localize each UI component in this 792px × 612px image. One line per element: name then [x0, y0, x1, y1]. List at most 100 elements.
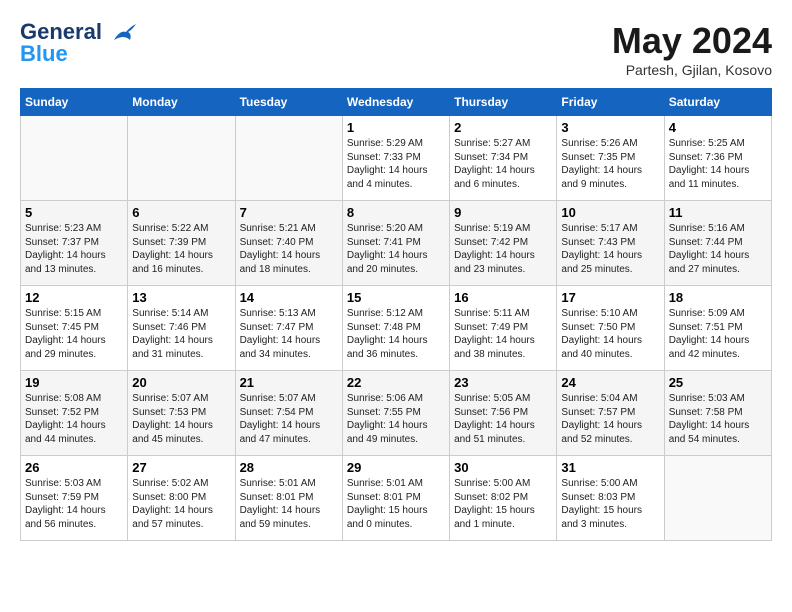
weekday-header: Tuesday [235, 89, 342, 116]
calendar-cell: 4Sunrise: 5:25 AM Sunset: 7:36 PM Daylig… [664, 116, 771, 201]
cell-content: Sunrise: 5:25 AM Sunset: 7:36 PM Dayligh… [669, 137, 767, 191]
day-number: 15 [347, 290, 445, 305]
calendar-cell: 27 Sunrise: 5:02 AM Sunset: 8:00 PM Dayli… [128, 456, 235, 541]
calendar-cell: 19 Sunrise: 5:08 AM Sunset: 7:52 PM Dayli… [21, 371, 128, 456]
calendar-week-row: 5Sunrise: 5:23 AM Sunset: 7:37 PM Daylig… [21, 201, 772, 286]
cell-content: Sunrise: 5:14 AM Sunset: 7:46 PM Dayligh… [132, 307, 230, 361]
calendar-cell: 31Sunrise: 5:00 AM Sunset: 8:03 PM Dayli… [557, 456, 664, 541]
day-number: 6 [132, 205, 230, 220]
day-number: 8 [347, 205, 445, 220]
calendar-cell: 8Sunrise: 5:20 AM Sunset: 7:41 PM Daylig… [342, 201, 449, 286]
calendar-cell: 18 Sunrise: 5:09 AM Sunset: 7:51 PM Dayli… [664, 286, 771, 371]
day-number: 19 [25, 375, 123, 390]
calendar-cell: 5Sunrise: 5:23 AM Sunset: 7:37 PM Daylig… [21, 201, 128, 286]
day-number: 7 [240, 205, 338, 220]
day-number: 24 [561, 375, 659, 390]
calendar-cell [21, 116, 128, 201]
day-number: 21 [240, 375, 338, 390]
calendar-cell: 10 Sunrise: 5:17 AM Sunset: 7:43 PM Dayli… [557, 201, 664, 286]
cell-content: Sunrise: 5:03 AM Sunset: 7:58 PM Dayligh… [669, 392, 767, 446]
cell-content: Sunrise: 5:13 AM Sunset: 7:47 PM Dayligh… [240, 307, 338, 361]
calendar-cell: 11Sunrise: 5:16 AM Sunset: 7:44 PM Dayli… [664, 201, 771, 286]
calendar-cell: 20 Sunrise: 5:07 AM Sunset: 7:53 PM Dayli… [128, 371, 235, 456]
weekday-header: Thursday [450, 89, 557, 116]
cell-content: Sunrise: 5:00 AM Sunset: 8:02 PM Dayligh… [454, 477, 552, 531]
calendar-cell [128, 116, 235, 201]
calendar-cell [664, 456, 771, 541]
calendar-cell: 1Sunrise: 5:29 AM Sunset: 7:33 PM Daylig… [342, 116, 449, 201]
calendar-cell: 6Sunrise: 5:22 AM Sunset: 7:39 PM Daylig… [128, 201, 235, 286]
day-number: 1 [347, 120, 445, 135]
day-number: 29 [347, 460, 445, 475]
day-number: 11 [669, 205, 767, 220]
calendar-cell: 29 Sunrise: 5:01 AM Sunset: 8:01 PM Dayli… [342, 456, 449, 541]
cell-content: Sunrise: 5:00 AM Sunset: 8:03 PM Dayligh… [561, 477, 659, 531]
cell-content: Sunrise: 5:06 AM Sunset: 7:55 PM Dayligh… [347, 392, 445, 446]
day-number: 9 [454, 205, 552, 220]
calendar-cell: 12 Sunrise: 5:15 AM Sunset: 7:45 PM Dayli… [21, 286, 128, 371]
calendar-cell: 9Sunrise: 5:19 AM Sunset: 7:42 PM Daylig… [450, 201, 557, 286]
cell-content: Sunrise: 5:01 AM Sunset: 8:01 PM Dayligh… [347, 477, 445, 531]
day-number: 10 [561, 205, 659, 220]
calendar-cell: 21 Sunrise: 5:07 AM Sunset: 7:54 PM Dayli… [235, 371, 342, 456]
cell-content: Sunrise: 5:10 AM Sunset: 7:50 PM Dayligh… [561, 307, 659, 361]
day-number: 27 [132, 460, 230, 475]
day-number: 22 [347, 375, 445, 390]
cell-content: Sunrise: 5:26 AM Sunset: 7:35 PM Dayligh… [561, 137, 659, 191]
weekday-header-row: SundayMondayTuesdayWednesdayThursdayFrid… [21, 89, 772, 116]
day-number: 28 [240, 460, 338, 475]
month-title: May 2024 [612, 20, 772, 62]
calendar-cell: 24 Sunrise: 5:04 AM Sunset: 7:57 PM Dayli… [557, 371, 664, 456]
cell-content: Sunrise: 5:02 AM Sunset: 8:00 PM Dayligh… [132, 477, 230, 531]
day-number: 26 [25, 460, 123, 475]
calendar-week-row: 1Sunrise: 5:29 AM Sunset: 7:33 PM Daylig… [21, 116, 772, 201]
calendar-cell: 23 Sunrise: 5:05 AM Sunset: 7:56 PM Dayli… [450, 371, 557, 456]
cell-content: Sunrise: 5:11 AM Sunset: 7:49 PM Dayligh… [454, 307, 552, 361]
cell-content: Sunrise: 5:23 AM Sunset: 7:37 PM Dayligh… [25, 222, 123, 276]
calendar-week-row: 19 Sunrise: 5:08 AM Sunset: 7:52 PM Dayli… [21, 371, 772, 456]
cell-content: Sunrise: 5:07 AM Sunset: 7:53 PM Dayligh… [132, 392, 230, 446]
cell-content: Sunrise: 5:04 AM Sunset: 7:57 PM Dayligh… [561, 392, 659, 446]
logo-bird-icon [110, 22, 138, 44]
location: Partesh, Gjilan, Kosovo [612, 62, 772, 78]
day-number: 2 [454, 120, 552, 135]
calendar-cell: 2Sunrise: 5:27 AM Sunset: 7:34 PM Daylig… [450, 116, 557, 201]
day-number: 3 [561, 120, 659, 135]
day-number: 12 [25, 290, 123, 305]
cell-content: Sunrise: 5:15 AM Sunset: 7:45 PM Dayligh… [25, 307, 123, 361]
weekday-header: Saturday [664, 89, 771, 116]
day-number: 17 [561, 290, 659, 305]
cell-content: Sunrise: 5:03 AM Sunset: 7:59 PM Dayligh… [25, 477, 123, 531]
calendar-cell: 7 Sunrise: 5:21 AM Sunset: 7:40 PM Daylig… [235, 201, 342, 286]
day-number: 25 [669, 375, 767, 390]
cell-content: Sunrise: 5:09 AM Sunset: 7:51 PM Dayligh… [669, 307, 767, 361]
cell-content: Sunrise: 5:17 AM Sunset: 7:43 PM Dayligh… [561, 222, 659, 276]
cell-content: Sunrise: 5:12 AM Sunset: 7:48 PM Dayligh… [347, 307, 445, 361]
cell-content: Sunrise: 5:07 AM Sunset: 7:54 PM Dayligh… [240, 392, 338, 446]
cell-content: Sunrise: 5:08 AM Sunset: 7:52 PM Dayligh… [25, 392, 123, 446]
logo: General Blue [20, 20, 138, 66]
logo-blue-text: Blue [20, 42, 138, 66]
calendar-week-row: 26 Sunrise: 5:03 AM Sunset: 7:59 PM Dayli… [21, 456, 772, 541]
calendar-cell: 13Sunrise: 5:14 AM Sunset: 7:46 PM Dayli… [128, 286, 235, 371]
day-number: 16 [454, 290, 552, 305]
page-header: General Blue May 2024 Partesh, Gjilan, K… [20, 20, 772, 78]
weekday-header: Sunday [21, 89, 128, 116]
weekday-header: Monday [128, 89, 235, 116]
calendar-cell: 3 Sunrise: 5:26 AM Sunset: 7:35 PM Daylig… [557, 116, 664, 201]
day-number: 18 [669, 290, 767, 305]
day-number: 30 [454, 460, 552, 475]
calendar-cell: 15 Sunrise: 5:12 AM Sunset: 7:48 PM Dayli… [342, 286, 449, 371]
cell-content: Sunrise: 5:21 AM Sunset: 7:40 PM Dayligh… [240, 222, 338, 276]
cell-content: Sunrise: 5:05 AM Sunset: 7:56 PM Dayligh… [454, 392, 552, 446]
calendar-cell [235, 116, 342, 201]
cell-content: Sunrise: 5:01 AM Sunset: 8:01 PM Dayligh… [240, 477, 338, 531]
weekday-header: Friday [557, 89, 664, 116]
title-block: May 2024 Partesh, Gjilan, Kosovo [612, 20, 772, 78]
calendar-cell: 26 Sunrise: 5:03 AM Sunset: 7:59 PM Dayli… [21, 456, 128, 541]
day-number: 20 [132, 375, 230, 390]
calendar-cell: 22 Sunrise: 5:06 AM Sunset: 7:55 PM Dayli… [342, 371, 449, 456]
day-number: 23 [454, 375, 552, 390]
calendar-cell: 16 Sunrise: 5:11 AM Sunset: 7:49 PM Dayli… [450, 286, 557, 371]
calendar-cell: 30 Sunrise: 5:00 AM Sunset: 8:02 PM Dayli… [450, 456, 557, 541]
